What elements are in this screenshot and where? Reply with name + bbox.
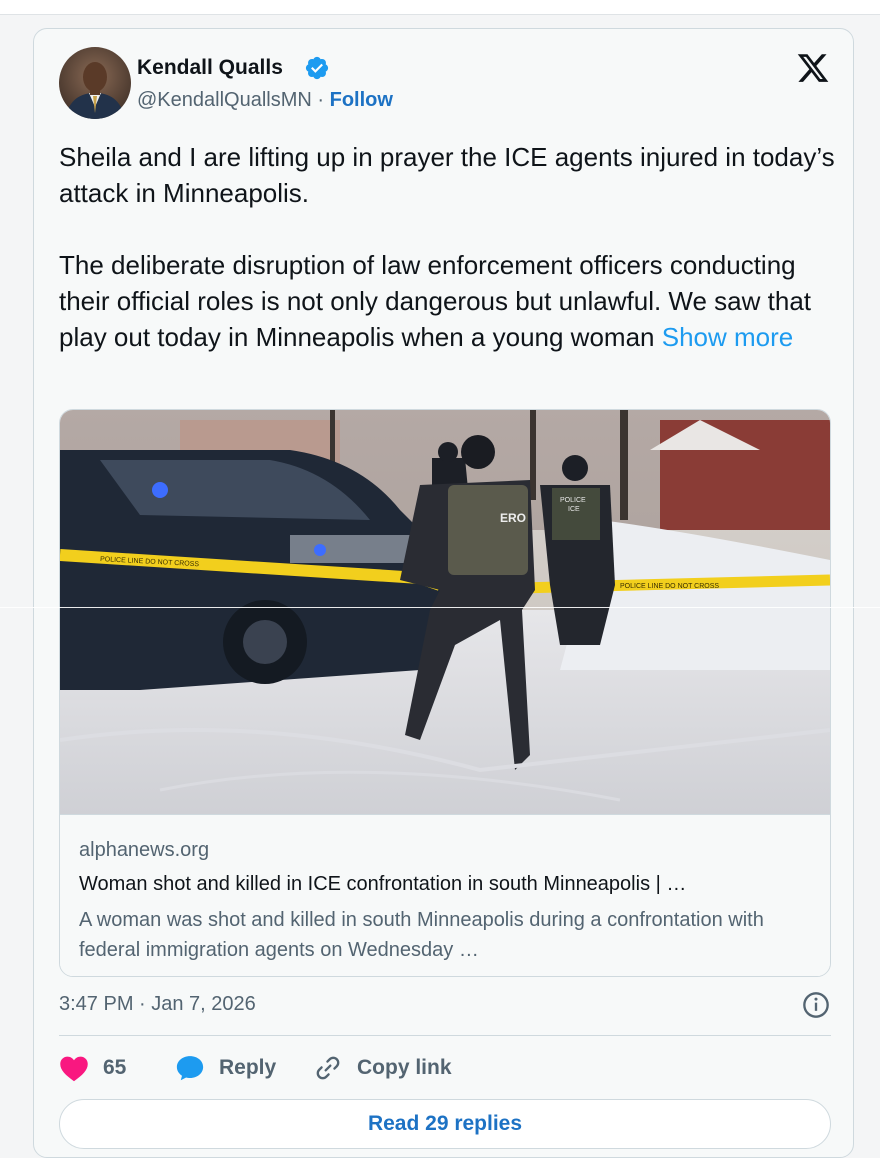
- author-name[interactable]: Kendall Qualls: [137, 56, 283, 80]
- action-bar: 65 Reply Copy link: [59, 1051, 831, 1085]
- author-handle[interactable]: @KendallQuallsMN: [137, 89, 312, 111]
- reply-bubble-icon: [176, 1056, 204, 1081]
- tweet-paragraph-1: Sheila and I are lifting up in prayer th…: [59, 142, 835, 208]
- tweet-text: Sheila and I are lifting up in prayer th…: [59, 139, 839, 355]
- divider: [59, 1035, 831, 1036]
- browser-top-strip: [0, 0, 880, 15]
- reply-label: Reply: [219, 1056, 277, 1079]
- heart-icon: [60, 1056, 88, 1082]
- police-vest-label: POLICE: [560, 497, 586, 504]
- like-count: 65: [103, 1056, 127, 1079]
- tweet-timestamp[interactable]: 3:47 PM · Jan 7, 2026: [59, 993, 256, 1016]
- follow-button[interactable]: Follow: [330, 89, 393, 111]
- reply-button[interactable]: Reply: [175, 1051, 276, 1085]
- handle-separator: ·: [317, 89, 325, 111]
- author-handle-line: @KendallQuallsMN · Follow: [137, 89, 393, 112]
- info-icon[interactable]: [802, 991, 830, 1019]
- copy-link-label: Copy link: [357, 1056, 452, 1079]
- screenshot-seam-line: [0, 607, 880, 608]
- link-description: A woman was shot and killed in south Min…: [79, 909, 764, 961]
- read-replies-button[interactable]: Read 29 replies: [59, 1099, 831, 1149]
- show-more-link[interactable]: Show more: [662, 322, 794, 352]
- x-logo-icon[interactable]: [796, 51, 830, 85]
- like-button[interactable]: 65: [59, 1051, 126, 1085]
- article-photo[interactable]: POLICE LINE DO NOT CROSS POLICE LINE DO …: [60, 410, 830, 814]
- verified-badge-icon: [305, 56, 329, 80]
- link-icon: [316, 1056, 340, 1080]
- tweet-paragraph-2: The deliberate disruption of law enforce…: [59, 247, 839, 355]
- ero-vest-label: ERO: [500, 511, 526, 525]
- link-card-meta: alphanews.org Woman shot and killed in I…: [60, 814, 830, 976]
- link-domain: alphanews.org: [79, 839, 210, 861]
- ice-vest-label: ICE: [568, 506, 580, 513]
- embedded-tweet-card: Kendall Qualls @KendallQuallsMN · Follow…: [33, 28, 854, 1158]
- copy-link-button[interactable]: Copy link: [313, 1051, 452, 1085]
- link-headline: Woman shot and killed in ICE confrontati…: [79, 873, 687, 895]
- link-preview-card[interactable]: POLICE LINE DO NOT CROSS POLICE LINE DO …: [59, 409, 831, 977]
- avatar[interactable]: [59, 47, 131, 119]
- crime-tape-text-right: POLICE LINE DO NOT CROSS: [620, 583, 719, 590]
